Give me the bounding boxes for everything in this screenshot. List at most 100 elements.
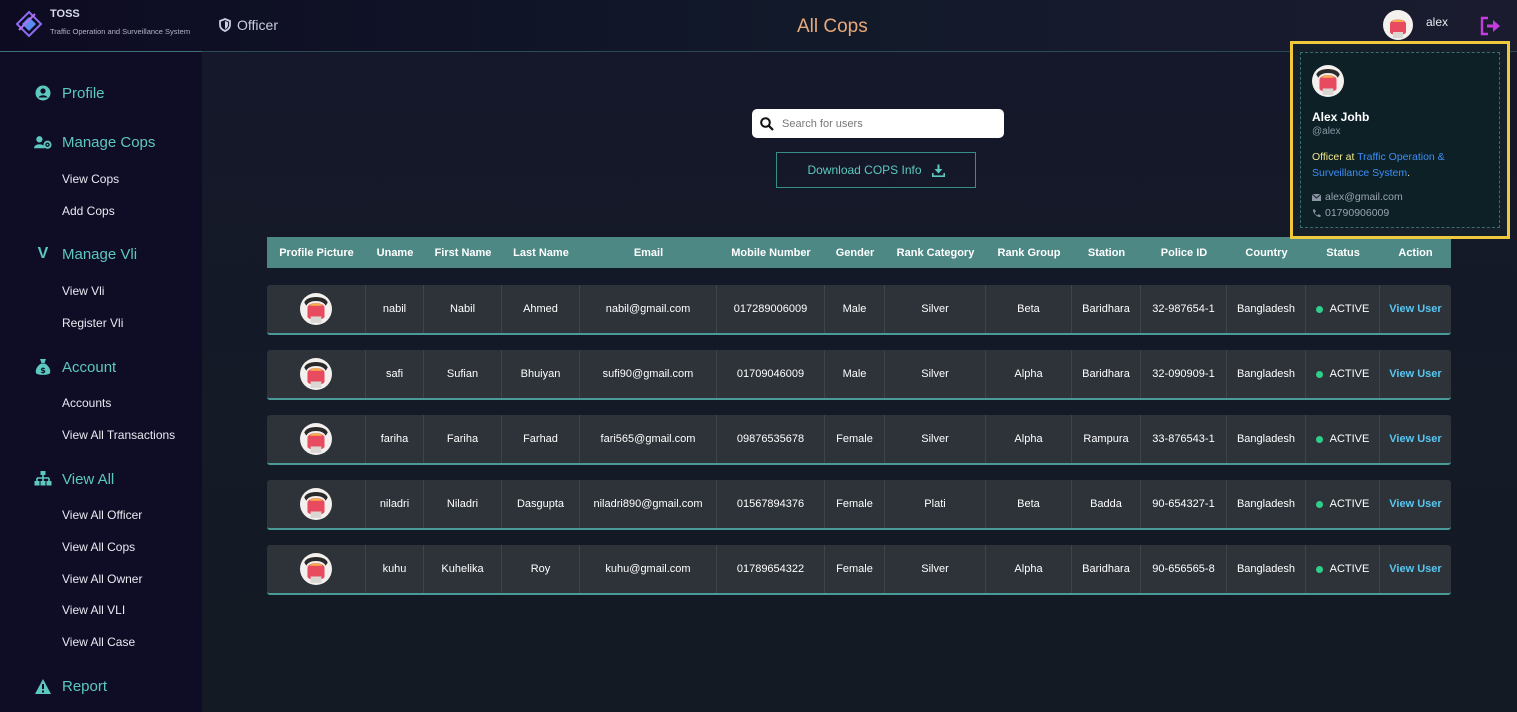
sidebar-item-view-all-cops[interactable]: View All Cops: [62, 540, 135, 554]
sidebar-item-view-vli[interactable]: View Vli: [62, 284, 104, 298]
brand[interactable]: TOSS Traffic Operation and Surveillance …: [10, 6, 202, 50]
status-badge: ACTIVE: [1329, 368, 1370, 380]
cell-rank-group: Alpha: [986, 350, 1072, 398]
cell-station: Badda: [1072, 480, 1141, 528]
cell-police-id: 33-876543-1: [1141, 415, 1227, 463]
view-user-link[interactable]: View User: [1389, 498, 1441, 510]
page-title: All Cops: [797, 16, 868, 37]
cell-country: Bangladesh: [1227, 480, 1306, 528]
warning-icon: [34, 677, 52, 695]
sidebar-item-view-all-transactions[interactable]: View All Transactions: [62, 428, 175, 442]
cell-mobile: 017289006009: [717, 285, 825, 333]
profile-email: alex@gmail.com: [1312, 191, 1403, 203]
search-input[interactable]: [782, 117, 982, 130]
sidebar-item-view-all-vli[interactable]: View All VLI: [62, 603, 125, 617]
users-cog-icon: [34, 133, 52, 151]
cell-rank-category: Plati: [885, 480, 986, 528]
cell-station: Baridhara: [1072, 285, 1141, 333]
cell-action: View User: [1380, 480, 1451, 528]
cell-mobile: 01709046009: [717, 350, 825, 398]
cell-status: ACTIVE: [1306, 415, 1380, 463]
cell-rank-group: Beta: [986, 285, 1072, 333]
column-header-email: Email: [633, 246, 664, 259]
profile-picture-cell: [267, 545, 366, 593]
column-header-country: Country: [1245, 246, 1288, 259]
cell-action: View User: [1380, 545, 1451, 593]
profile-picture-cell: [267, 415, 366, 463]
column-header-rank-category: Rank Category: [896, 246, 975, 259]
status-active-icon: [1315, 500, 1323, 508]
profile-email-text: alex@gmail.com: [1325, 191, 1403, 203]
sidebar-section-report[interactable]: Report: [34, 677, 107, 695]
sidebar-item-view-all-case[interactable]: View All Case: [62, 635, 135, 649]
cell-police-id: 90-656565-8: [1141, 545, 1227, 593]
sidebar-section-label: Manage Cops: [62, 133, 156, 151]
profile-card: Alex Johb @alex Officer at Traffic Opera…: [1300, 52, 1500, 228]
cell-rank-category: Silver: [885, 545, 986, 593]
cell-police-id: 32-090909-1: [1141, 350, 1227, 398]
sidebar-item-add-cops[interactable]: Add Cops: [62, 204, 115, 218]
download-cops-button[interactable]: Download COPS Info: [776, 152, 976, 188]
cell-action: View User: [1380, 350, 1451, 398]
profile-phone: 01790906009: [1312, 207, 1389, 219]
org-prefix: Officer at: [1312, 151, 1358, 163]
cell-email: fari565@gmail.com: [580, 415, 717, 463]
download-icon: [931, 164, 945, 177]
search-bar[interactable]: [752, 109, 1004, 138]
column-header-police-id: Police ID: [1160, 246, 1208, 259]
sitemap-icon: [34, 470, 52, 488]
cell-rank-category: Silver: [885, 350, 986, 398]
cell-status: ACTIVE: [1306, 545, 1380, 593]
table-row: nabil Nabil Ahmed nabil@gmail.com 017289…: [267, 285, 1451, 335]
column-header-uname: Uname: [376, 246, 414, 259]
sidebar-section-manage-vli[interactable]: V Manage Vli: [34, 245, 137, 263]
v-icon: V: [37, 245, 49, 262]
cell-rank-category: Silver: [885, 285, 986, 333]
column-header-station: Station: [1087, 246, 1126, 259]
profile-picture-cell: [267, 350, 366, 398]
download-cops-label: Download COPS Info: [807, 163, 922, 177]
sidebar-item-accounts[interactable]: Accounts: [62, 396, 111, 410]
cell-email: nabil@gmail.com: [580, 285, 717, 333]
cell-uname: kuhu: [366, 545, 424, 593]
sidebar-section-profile[interactable]: Profile: [34, 84, 105, 102]
shield-icon: [219, 18, 231, 32]
sidebar-item-view-all-owner[interactable]: View All Owner: [62, 572, 142, 586]
status-active-icon: [1315, 305, 1323, 313]
view-user-link[interactable]: View User: [1389, 563, 1441, 575]
sidebar-section-account[interactable]: $ Account: [34, 358, 116, 376]
cell-mobile: 09876535678: [717, 415, 825, 463]
avatar: [300, 488, 332, 520]
cell-last-name: Ahmed: [502, 285, 580, 333]
cell-rank-category: Silver: [885, 415, 986, 463]
header-username[interactable]: alex: [1426, 15, 1448, 29]
cell-last-name: Bhuiyan: [502, 350, 580, 398]
logo-icon: [15, 10, 43, 38]
role-text: Officer: [237, 17, 278, 33]
search-icon: [760, 116, 774, 131]
avatar[interactable]: [1383, 10, 1413, 40]
cell-uname: nabil: [366, 285, 424, 333]
sidebar-item-view-all-officer[interactable]: View All Officer: [62, 508, 142, 522]
table-row: safi Sufian Bhuiyan sufi90@gmail.com 017…: [267, 350, 1451, 400]
status-active-icon: [1315, 370, 1323, 378]
sidebar-section-view-all[interactable]: View All: [34, 470, 114, 488]
cell-uname: fariha: [366, 415, 424, 463]
view-user-link[interactable]: View User: [1389, 303, 1441, 315]
cell-station: Rampura: [1072, 415, 1141, 463]
cell-rank-group: Alpha: [986, 545, 1072, 593]
cell-last-name: Farhad: [502, 415, 580, 463]
view-user-link[interactable]: View User: [1389, 368, 1441, 380]
view-user-link[interactable]: View User: [1389, 433, 1441, 445]
cell-uname: niladri: [366, 480, 424, 528]
column-header-gender: Gender: [835, 246, 875, 259]
sidebar-section-manage-cops[interactable]: Manage Cops: [34, 133, 155, 151]
avatar: [300, 358, 332, 390]
cell-station: Baridhara: [1072, 545, 1141, 593]
cell-gender: Female: [825, 545, 885, 593]
cell-email: sufi90@gmail.com: [580, 350, 717, 398]
logout-icon[interactable]: [1479, 16, 1501, 36]
sidebar-item-register-vli[interactable]: Register Vli: [62, 316, 123, 330]
sidebar-item-view-cops[interactable]: View Cops: [62, 172, 119, 186]
cell-rank-group: Alpha: [986, 415, 1072, 463]
